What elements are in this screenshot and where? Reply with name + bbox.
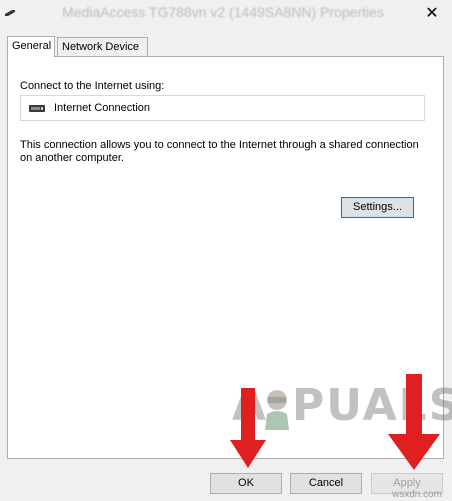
tab-network-device[interactable]: Network Device: [57, 37, 148, 56]
close-button[interactable]: ✕: [412, 0, 452, 26]
site-watermark: wsxdn.com: [392, 489, 443, 500]
connect-using-label: Connect to the Internet using:: [20, 80, 165, 92]
cancel-button[interactable]: Cancel: [290, 473, 362, 494]
ok-button[interactable]: OK: [210, 473, 282, 494]
close-icon: ✕: [425, 5, 439, 22]
window-title: MediaAccess TG788vn v2 (1449SA8NN) Prope…: [62, 4, 384, 20]
connection-description: This connection allows you to connect to…: [20, 139, 419, 164]
red-arrow-apply: [388, 374, 440, 470]
tab-general[interactable]: General: [7, 36, 55, 57]
red-arrow-ok: [230, 388, 266, 468]
network-adapter-icon: [5, 10, 15, 16]
network-connection-icon: [29, 105, 45, 112]
connection-name: Internet Connection: [54, 102, 151, 114]
settings-button[interactable]: Settings...: [341, 197, 414, 218]
connection-box: Internet Connection: [20, 95, 425, 121]
title-bar: MediaAccess TG788vn v2 (1449SA8NN) Prope…: [0, 0, 452, 28]
